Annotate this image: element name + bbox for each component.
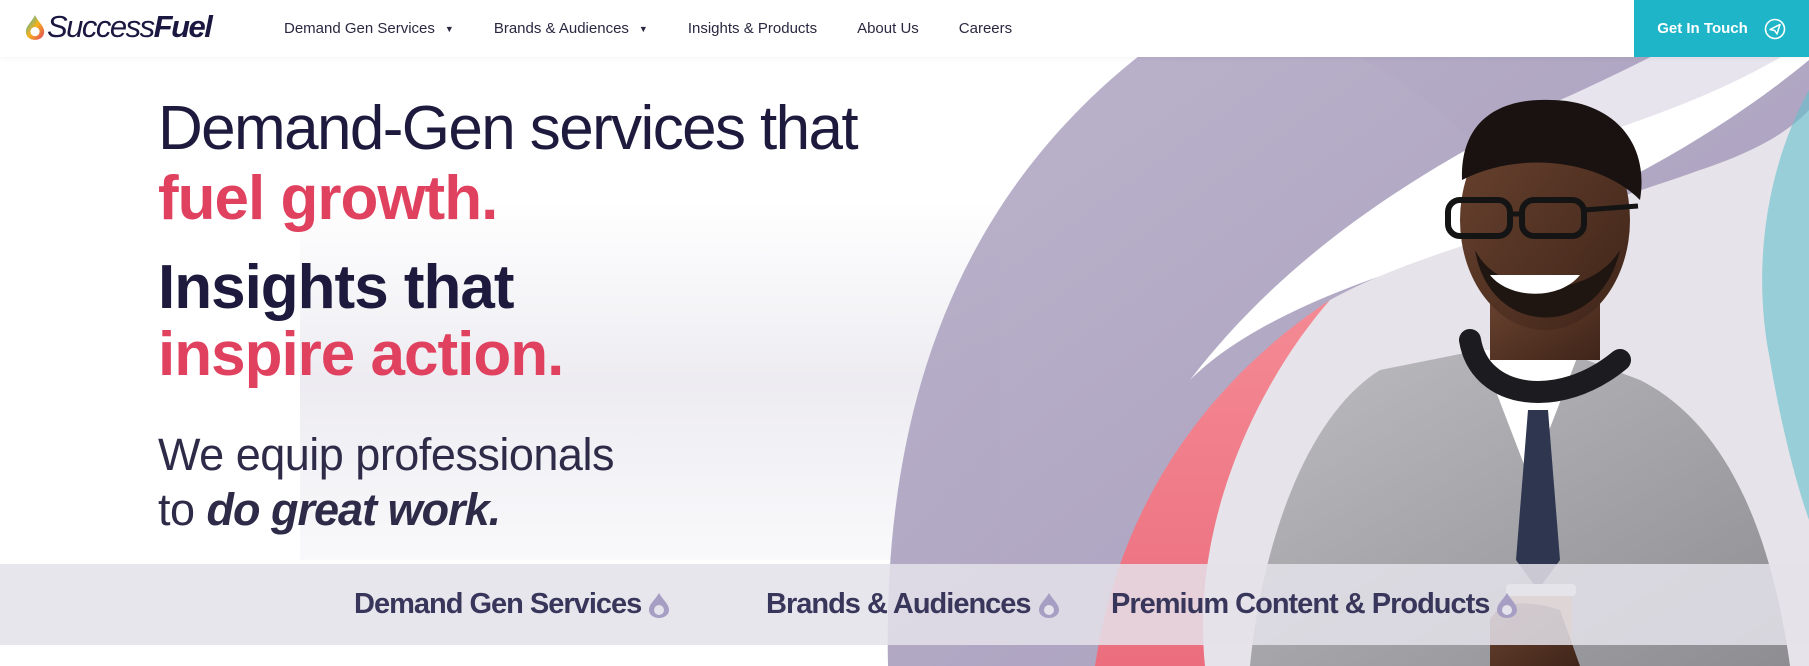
caret-down-icon: ▼ [444, 23, 454, 34]
subline-suffix: . [488, 484, 501, 535]
category-bar: Demand Gen Services Brands & Audiences P… [0, 564, 1809, 645]
fuel-drop-icon [1497, 592, 1518, 618]
main-menu: Demand Gen Services ▼ Brands & Audiences… [284, 0, 1052, 57]
subline-emphasis: do great work [206, 484, 490, 535]
cta-label: Get In Touch [1657, 20, 1748, 37]
fuel-drop-icon [649, 592, 670, 618]
nav-item-about-us[interactable]: About Us [857, 20, 919, 37]
nav-item-label: Insights & Products [687, 20, 818, 37]
nav-item-label: Brands & Audiences [493, 20, 629, 37]
hero-headline-accent2: inspire action. [158, 320, 564, 389]
logo-wordmark-success: Success [47, 9, 155, 44]
bar-link-demand-gen-services[interactable]: Demand Gen Services [354, 564, 671, 645]
successfuel-logo[interactable]: Success Fuel [24, 9, 213, 44]
logo-wordmark-fuel: Fuel [153, 9, 213, 44]
bar-link-label: Demand Gen Services [354, 588, 642, 620]
top-nav: Success Fuel Demand Gen Services ▼ Brands… [0, 0, 1809, 57]
nav-item-demand-gen-services[interactable]: Demand Gen Services ▼ [284, 20, 454, 37]
paper-plane-icon [1764, 18, 1786, 39]
bar-link-label: Premium Content & Products [1111, 588, 1490, 620]
caret-down-icon: ▼ [638, 23, 648, 34]
hero-headline-line1: Demand-Gen services that [158, 94, 859, 163]
hero-subline-1: We equip professionals [158, 429, 614, 480]
bar-link-brands-audiences[interactable]: Brands & Audiences [766, 564, 1061, 645]
nav-item-label: Careers [958, 20, 1013, 37]
hero-headline-line2: Insights that [158, 253, 515, 322]
hero-subline-2: to do great work. [158, 484, 501, 535]
get-in-touch-button[interactable]: Get In Touch [1634, 0, 1809, 57]
fuel-drop-logo-icon [25, 15, 45, 40]
bar-link-premium-content-products[interactable]: Premium Content & Products [1111, 564, 1519, 645]
nav-item-careers[interactable]: Careers [959, 20, 1012, 37]
fuel-drop-icon [1038, 592, 1059, 618]
nav-item-insights-products[interactable]: Insights & Products [688, 20, 817, 37]
nav-item-label: About Us [857, 20, 919, 37]
subline-prefix: to [158, 484, 207, 535]
hero-headline-accent1: fuel growth. [158, 164, 498, 233]
bar-link-label: Brands & Audiences [766, 588, 1032, 620]
nav-item-label: Demand Gen Services [284, 20, 435, 37]
nav-item-brands-audiences[interactable]: Brands & Audiences ▼ [494, 20, 648, 37]
